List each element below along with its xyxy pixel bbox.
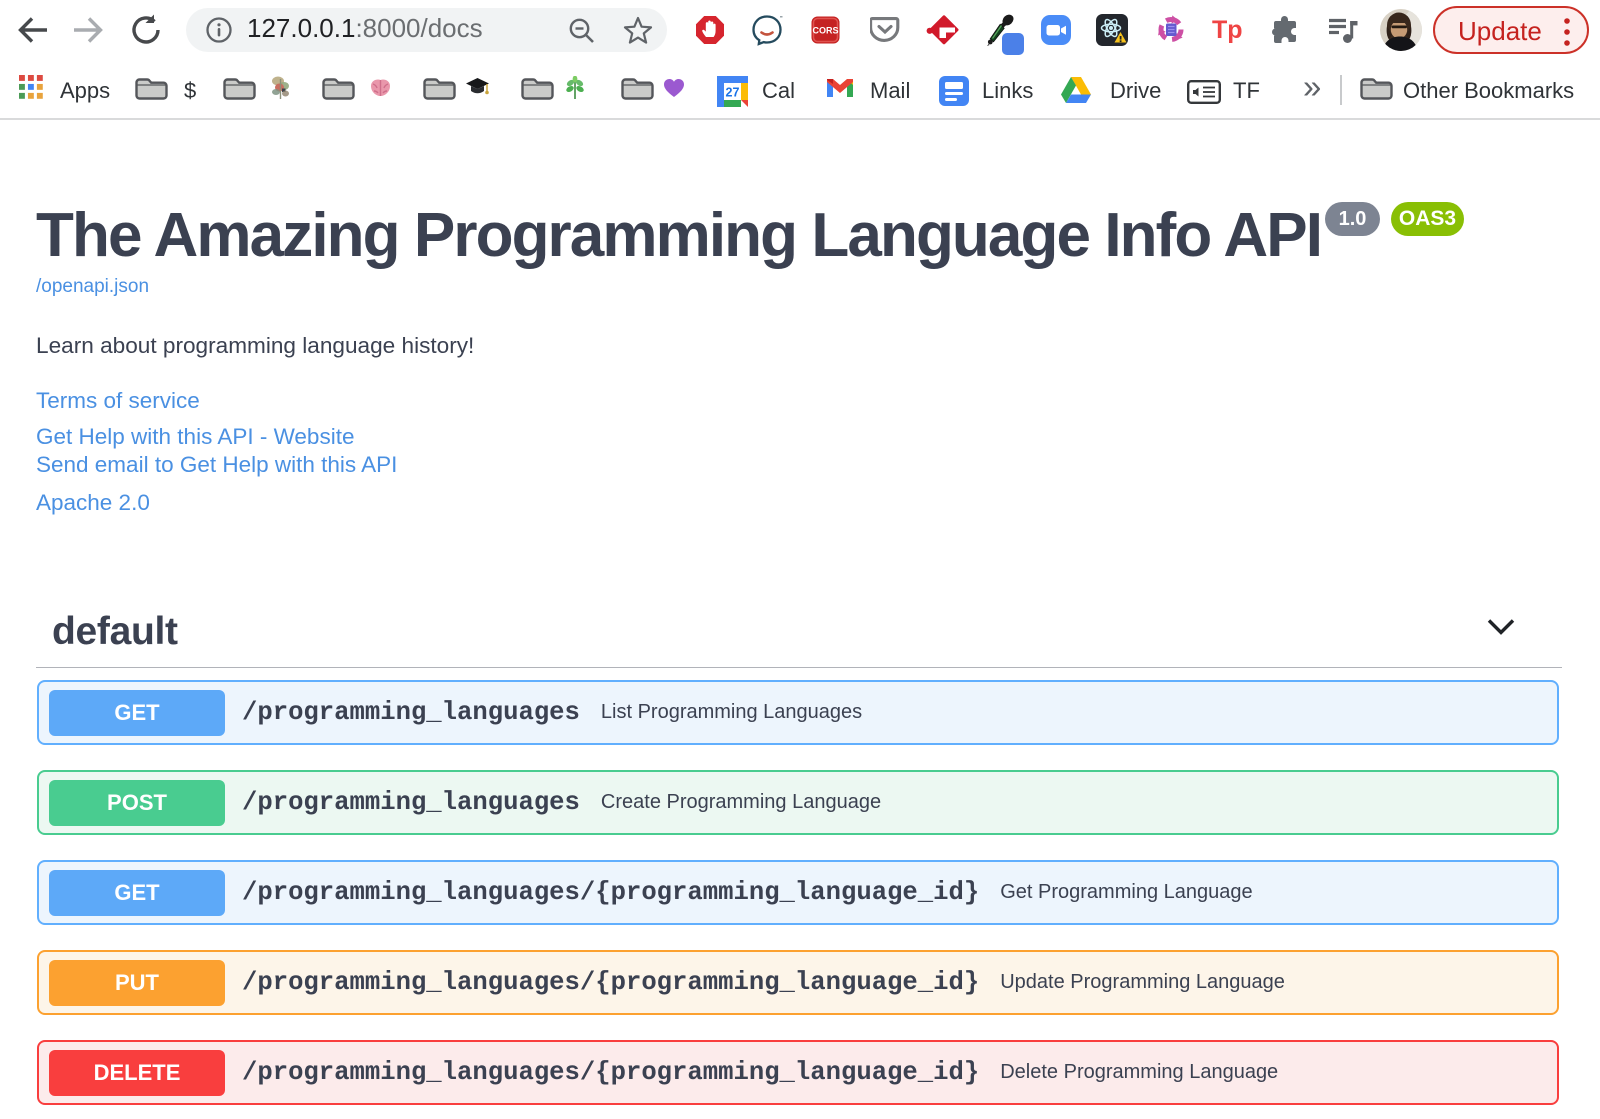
svg-text:27: 27 <box>726 86 740 100</box>
svg-text:CORS: CORS <box>812 26 838 36</box>
